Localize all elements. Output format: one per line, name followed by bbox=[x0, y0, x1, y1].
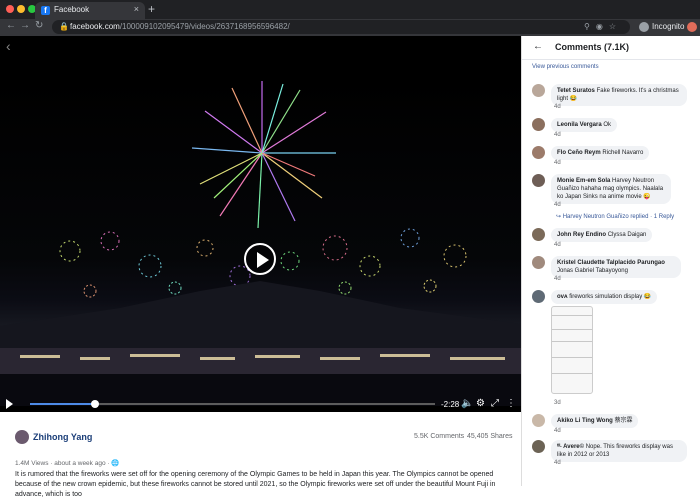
profile-avatar[interactable] bbox=[687, 22, 697, 32]
avatar[interactable] bbox=[532, 440, 545, 453]
firework-burst bbox=[191, 81, 336, 229]
post-caption: It is rumored that the fireworks were se… bbox=[15, 471, 496, 498]
video-frame bbox=[0, 76, 521, 406]
comment-time[interactable]: 4d bbox=[554, 460, 561, 466]
fullscreen-icon[interactable]: ⤢ bbox=[491, 398, 499, 409]
tab-title: Facebook bbox=[54, 5, 90, 14]
volume-icon[interactable]: 🔈 bbox=[461, 398, 473, 409]
avatar[interactable] bbox=[532, 414, 545, 427]
comment-time[interactable]: 3d bbox=[554, 400, 561, 406]
settings-icon[interactable]: ⚙ bbox=[476, 398, 485, 409]
comment-time[interactable]: 4d bbox=[554, 160, 561, 166]
avatar[interactable] bbox=[532, 174, 545, 187]
divider bbox=[522, 59, 700, 60]
play-button[interactable] bbox=[244, 243, 276, 275]
post-meta: 1.4M Views · about a week ago · 🌐 bbox=[15, 460, 120, 467]
commenter-name[interactable]: ᵗᴵᴸ Avere© bbox=[557, 444, 584, 450]
control-play-icon[interactable] bbox=[6, 399, 13, 409]
author-name[interactable]: Zhihong Yang bbox=[33, 432, 92, 442]
comment-time[interactable]: 4d bbox=[554, 276, 561, 282]
progress-handle[interactable] bbox=[90, 400, 99, 408]
comment-bubble: ᴏᴠᴀ fireworks simulation display 😂 bbox=[551, 290, 658, 304]
comment-bubble: Flo Ceño Reym Richell Navarro bbox=[551, 146, 650, 160]
reload-icon[interactable]: ↻ bbox=[35, 20, 43, 31]
forward-arrow-icon[interactable]: → bbox=[20, 20, 30, 31]
video-player[interactable]: ‹ bbox=[0, 36, 521, 412]
globe-icon: 🌐 bbox=[111, 460, 120, 467]
commenter-name[interactable]: Akiko Li Ting Wong bbox=[557, 418, 613, 424]
author-avatar[interactable] bbox=[15, 430, 29, 444]
commenter-name[interactable]: ᴏᴠᴀ bbox=[557, 294, 568, 300]
avatar[interactable] bbox=[532, 146, 545, 159]
comment-time[interactable]: 4d bbox=[554, 104, 561, 110]
comment-time[interactable]: 4d bbox=[554, 202, 561, 208]
omnibox-action-icons[interactable]: ⚲◉☆ bbox=[584, 22, 622, 31]
comments-count[interactable]: 5.5K Comments bbox=[414, 433, 464, 440]
tab-facebook[interactable]: f Facebook × bbox=[35, 2, 145, 19]
commenter-name[interactable]: Monie Em-em Sola bbox=[557, 178, 610, 184]
back-arrow-icon[interactable]: ← bbox=[6, 20, 16, 31]
comment-text: fireworks simulation display 😂 bbox=[569, 294, 652, 300]
comments-title: Comments (7.1K) bbox=[555, 42, 630, 52]
avatar[interactable] bbox=[532, 256, 545, 269]
time-remaining: -2:28 bbox=[441, 400, 460, 409]
incognito-label: Incognito bbox=[652, 22, 685, 31]
facebook-favicon-icon: f bbox=[41, 6, 50, 15]
commenter-name[interactable]: Kristel Claudette Talplacido Parungao bbox=[557, 260, 665, 266]
reply-arrow-icon: ↪ bbox=[556, 214, 562, 220]
comment-time[interactable]: 4d bbox=[554, 428, 561, 434]
comment-time[interactable]: 4d bbox=[554, 132, 561, 138]
star-icon[interactable]: ☆ bbox=[609, 22, 622, 31]
lock-icon: 🔒 bbox=[59, 22, 69, 31]
progress-bar[interactable] bbox=[30, 400, 435, 408]
comment-text: Richell Navarro bbox=[602, 150, 644, 156]
comment-bubble: Monie Em-em Sola Harvey Neutron Guañizo … bbox=[551, 174, 671, 204]
comment-bubble: Akiko Li Ting Wong 蔡宗霖 bbox=[551, 414, 639, 428]
view-previous-comments-link[interactable]: View previous comments bbox=[532, 64, 599, 70]
avatar[interactable] bbox=[532, 118, 545, 131]
attached-screenshot-image[interactable] bbox=[551, 306, 593, 394]
commenter-name[interactable]: John Rey Endino bbox=[557, 232, 606, 238]
commenter-name[interactable]: Flo Ceño Reym bbox=[557, 150, 601, 156]
commenter-name[interactable]: Leonila Vergara bbox=[557, 122, 602, 128]
incognito-icon bbox=[639, 22, 649, 32]
view-replies-link[interactable]: ↪ Harvey Neutron Guañizo replied · 1 Rep… bbox=[556, 213, 674, 220]
commenter-name[interactable]: Tetet Suratos bbox=[557, 88, 595, 94]
comment-bubble: John Rey Endino Clyssa Daigan bbox=[551, 228, 653, 242]
eye-slash-icon[interactable]: ◉ bbox=[596, 22, 609, 31]
comment-text: Ok bbox=[603, 122, 612, 128]
fireworks-scene-image bbox=[0, 81, 521, 406]
comment-text: 蔡宗霖 bbox=[614, 418, 633, 424]
progress-fill bbox=[30, 403, 95, 405]
more-icon[interactable]: ⋮ bbox=[506, 398, 516, 409]
post-details: Zhihong Yang 5.5K Comments 45,405 Shares… bbox=[0, 412, 521, 498]
minimize-window-button[interactable] bbox=[17, 5, 25, 13]
video-controls: -2:28 🔈 ⚙ ⤢ ⋮ bbox=[0, 396, 521, 412]
comment-bubble: Tetet Suratos Fake fireworks. It's a chr… bbox=[551, 84, 687, 106]
back-chevron-icon[interactable]: ‹ bbox=[6, 38, 11, 54]
mountain-shape bbox=[0, 281, 521, 356]
new-tab-button[interactable]: + bbox=[148, 2, 155, 16]
browser-tab-bar: f Facebook × + bbox=[0, 0, 700, 19]
tab-close-icon[interactable]: × bbox=[134, 4, 139, 14]
key-icon[interactable]: ⚲ bbox=[584, 22, 596, 31]
comment-text: Jonas Gabriel Tabayoyong bbox=[557, 268, 628, 274]
close-window-button[interactable] bbox=[6, 5, 14, 13]
address-bar[interactable]: 🔒 facebook.com/100009102095479/videos/26… bbox=[52, 20, 630, 34]
avatar[interactable] bbox=[532, 290, 545, 303]
url-text: facebook.com/100009102095479/videos/2637… bbox=[70, 22, 290, 31]
back-arrow-icon[interactable]: ← bbox=[533, 41, 543, 52]
comment-bubble: ᵗᴵᴸ Avere© Nope. This fireworks display … bbox=[551, 440, 687, 462]
shares-count[interactable]: 45,405 Shares bbox=[467, 433, 513, 440]
comment-time[interactable]: 4d bbox=[554, 242, 561, 248]
comment-bubble: Kristel Claudette Talplacido Parungao Jo… bbox=[551, 256, 681, 278]
comments-panel: ← Comments (7.1K) View previous comments… bbox=[521, 36, 700, 486]
avatar[interactable] bbox=[532, 228, 545, 241]
browser-toolbar: ← → ↻ 🔒 facebook.com/100009102095479/vid… bbox=[0, 19, 700, 36]
shoreline bbox=[0, 348, 521, 374]
avatar[interactable] bbox=[532, 84, 545, 97]
play-icon bbox=[257, 252, 269, 268]
comment-bubble: Leonila Vergara Ok bbox=[551, 118, 618, 132]
comment-text: Clyssa Daigan bbox=[607, 232, 647, 238]
